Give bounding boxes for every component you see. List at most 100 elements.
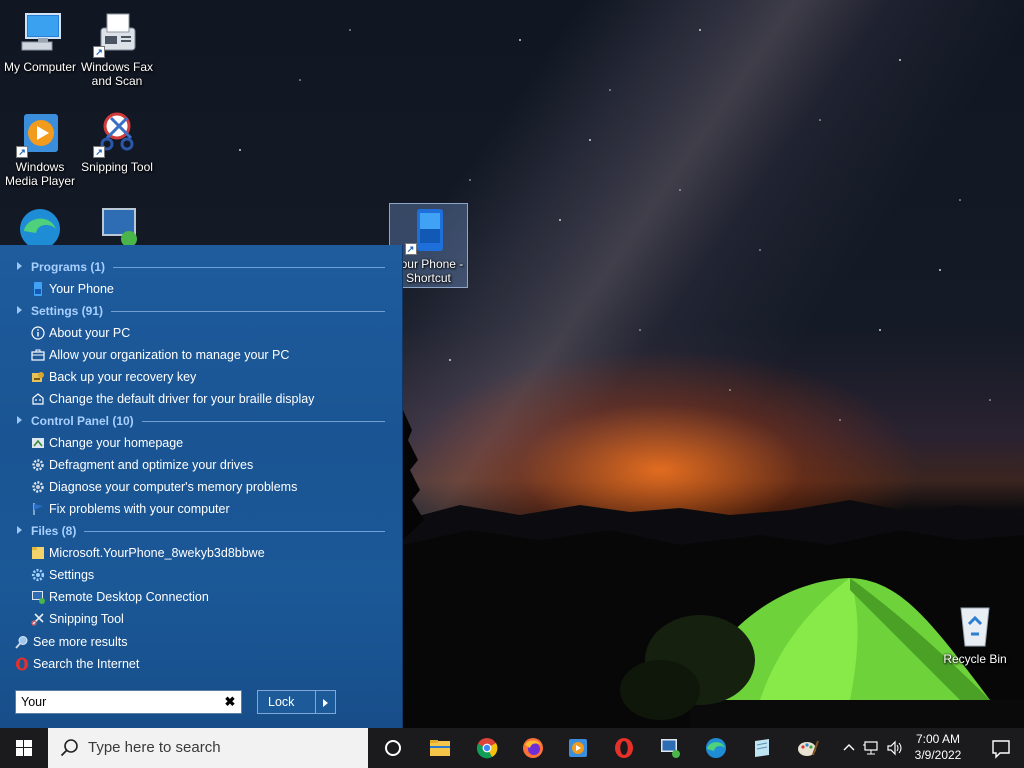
search-icon: [15, 636, 28, 649]
category-settings[interactable]: Settings (91): [0, 300, 403, 322]
info-icon: [31, 326, 45, 340]
result-defragment-drives[interactable]: Defragment and optimize your drives: [0, 454, 403, 476]
category-label: Settings (91): [31, 304, 104, 318]
volume-icon[interactable]: [886, 740, 904, 756]
result-snipping-tool[interactable]: Snipping Tool: [0, 608, 403, 630]
admin-tools-icon: [32, 481, 44, 493]
result-about-your-pc[interactable]: About your PC: [0, 322, 403, 344]
result-settings[interactable]: Settings: [0, 564, 403, 586]
result-label: Remote Desktop Connection: [49, 590, 209, 604]
folder-icon: [32, 547, 44, 559]
media-player-icon: [569, 739, 587, 757]
result-your-phone[interactable]: Your Phone: [0, 278, 403, 300]
divider: [141, 420, 385, 422]
internet-options-icon: [32, 438, 44, 448]
remote-desktop-icon: [32, 591, 45, 604]
link-label: See more results: [33, 635, 128, 649]
power-options-arrow-button[interactable]: [316, 690, 336, 714]
notification-icon: [992, 740, 1010, 759]
recycle-bin-icon: [951, 602, 999, 650]
category-programs[interactable]: Programs (1): [0, 256, 403, 278]
result-label: Defragment and optimize your drives: [49, 458, 254, 472]
category-label: Control Panel (10): [31, 414, 134, 428]
clear-search-icon[interactable]: ✖: [222, 694, 238, 710]
category-label: Programs (1): [31, 260, 106, 274]
result-allow-organization[interactable]: Allow your organization to manage your P…: [0, 344, 403, 366]
result-back-up-recovery-key[interactable]: Back up your recovery key: [0, 366, 403, 388]
desktop-icon-label: Recycle Bin: [943, 652, 1007, 666]
briefcase-icon: [31, 349, 45, 361]
opera-icon: [615, 738, 633, 758]
taskbar-remote-desktop[interactable]: [647, 728, 693, 768]
taskbar-cortana[interactable]: [370, 728, 416, 768]
taskbar-media-player[interactable]: [555, 728, 601, 768]
result-change-homepage[interactable]: Change your homepage: [0, 432, 403, 454]
result-diagnose-memory[interactable]: Diagnose your computer's memory problems: [0, 476, 403, 498]
search-the-internet-link[interactable]: Search the Internet: [0, 653, 403, 675]
remote-desktop-icon: [93, 205, 141, 245]
expand-arrow-icon: [17, 526, 22, 534]
taskbar-notepad[interactable]: [739, 728, 785, 768]
desktop-icon-my-computer[interactable]: My Computer: [0, 10, 80, 74]
result-braille-driver[interactable]: Change the default driver for your brail…: [0, 388, 403, 410]
divider: [111, 310, 385, 312]
windows-logo-icon: [16, 740, 32, 756]
see-more-results-link[interactable]: See more results: [0, 631, 403, 653]
category-files[interactable]: Files (8): [0, 520, 403, 542]
taskbar-paint[interactable]: [785, 728, 831, 768]
shortcut-arrow-icon: ↗: [16, 146, 28, 158]
taskbar-search-box[interactable]: Type here to search: [48, 728, 368, 768]
desktop-icon-label: Windows Media Player: [4, 160, 76, 188]
paint-icon: [798, 740, 819, 756]
desktop-icon-label: My Computer: [3, 60, 77, 74]
action-center-button[interactable]: [980, 728, 1024, 768]
snipping-tool-icon: ↗: [93, 110, 141, 158]
edge-icon: [16, 205, 64, 245]
taskbar-opera[interactable]: [601, 728, 647, 768]
lock-button[interactable]: Lock: [257, 690, 316, 714]
desktop-icon-recycle-bin[interactable]: Recycle Bin: [935, 602, 1015, 666]
divider: [84, 530, 385, 532]
result-label: Fix problems with your computer: [49, 502, 230, 516]
result-label: Allow your organization to manage your P…: [49, 348, 290, 362]
desktop-icon-snipping-tool[interactable]: ↗ Snipping Tool: [77, 110, 157, 174]
search-icon: [60, 739, 78, 757]
category-control-panel[interactable]: Control Panel (10): [0, 410, 403, 432]
link-label: Search the Internet: [33, 657, 140, 671]
result-fix-problems[interactable]: Fix problems with your computer: [0, 498, 403, 520]
cortana-icon: [385, 740, 401, 756]
result-label: Change the default driver for your brail…: [49, 392, 315, 406]
shortcut-arrow-icon: ↗: [404, 243, 417, 255]
category-label: Files (8): [31, 524, 77, 538]
edge-icon: [706, 738, 726, 758]
desktop-icon-windows-fax-and-scan[interactable]: ↗ Windows Fax and Scan: [77, 10, 157, 88]
gear-icon: [31, 568, 45, 582]
admin-tools-icon: [32, 459, 44, 471]
taskbar-firefox[interactable]: [510, 728, 556, 768]
phone-icon: [34, 282, 42, 296]
desktop-icon-windows-media-player[interactable]: ↗ Windows Media Player: [0, 110, 80, 188]
result-label: Diagnose your computer's memory problems: [49, 480, 298, 494]
taskbar-chrome[interactable]: [464, 728, 510, 768]
remote-desktop-icon: [661, 739, 680, 758]
taskbar: Type here to search 7:00 AM 3/9/2022: [0, 728, 1024, 768]
show-hidden-icons-chevron-icon[interactable]: [840, 740, 858, 756]
result-remote-desktop[interactable]: Remote Desktop Connection: [0, 586, 403, 608]
start-search-input[interactable]: Your: [15, 690, 242, 714]
result-label: Snipping Tool: [49, 612, 124, 626]
search-placeholder: Type here to search: [88, 739, 221, 756]
network-icon[interactable]: [862, 740, 880, 756]
start-menu: Programs (1) Your Phone Settings (91) Ab…: [0, 245, 403, 728]
taskbar-file-explorer[interactable]: [417, 728, 463, 768]
taskbar-clock[interactable]: 7:00 AM 3/9/2022: [906, 731, 970, 763]
shortcut-arrow-icon: ↗: [93, 146, 105, 158]
desktop-icon-label: Windows Fax and Scan: [80, 60, 154, 88]
desktop-icon-edge[interactable]: [0, 205, 80, 245]
clock-date: 3/9/2022: [914, 748, 962, 762]
start-button[interactable]: [0, 728, 48, 768]
taskbar-edge[interactable]: [693, 728, 739, 768]
result-yourphone-folder[interactable]: Microsoft.YourPhone_8wekyb3d8bbwe: [0, 542, 403, 564]
desktop-icon-remote-desktop[interactable]: [77, 205, 157, 245]
notepad-icon: [755, 739, 769, 757]
search-results-list: Programs (1) Your Phone Settings (91) Ab…: [0, 256, 403, 675]
